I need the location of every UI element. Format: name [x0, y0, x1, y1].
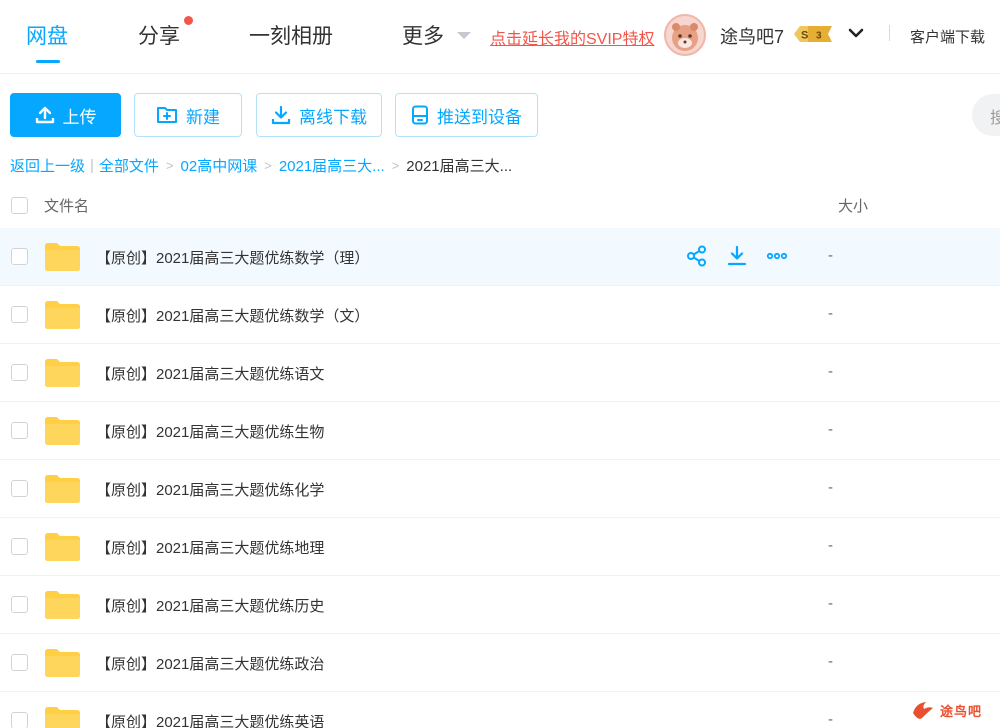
nav-divider	[889, 25, 890, 41]
row-checkbox[interactable]	[11, 538, 28, 555]
table-row[interactable]: 【原创】2021届高三大题优练历史 -	[0, 576, 1000, 634]
table-row[interactable]: 【原创】2021届高三大题优练化学 -	[0, 460, 1000, 518]
folder-icon	[45, 591, 80, 619]
share-icon[interactable]	[686, 245, 708, 267]
breadcrumb-current: 2021届高三大...	[406, 158, 513, 175]
top-navigation: 网盘 分享 一刻相册 更多 点击延长我的SVIP特权 途鸟吧7 S 3 客户端下…	[0, 0, 1000, 74]
file-size: -	[828, 247, 833, 264]
file-name[interactable]: 【原创】2021届高三大题优练地理	[96, 537, 324, 558]
file-name[interactable]: 【原创】2021届高三大题优练语文	[96, 363, 324, 384]
bird-logo-icon	[913, 702, 933, 719]
upload-button[interactable]: 上传	[10, 93, 121, 137]
file-size: -	[828, 363, 833, 380]
svip-promo-link[interactable]: 点击延长我的SVIP特权	[490, 25, 654, 49]
tab-netdisk[interactable]: 网盘	[26, 20, 68, 50]
breadcrumb-level-1[interactable]: 02高中网课	[181, 155, 258, 176]
username[interactable]: 途鸟吧7	[720, 23, 784, 49]
push-to-device-button[interactable]: 推送到设备	[395, 93, 538, 137]
file-size: -	[828, 711, 833, 728]
row-checkbox[interactable]	[11, 364, 28, 381]
folder-icon	[45, 301, 80, 329]
row-checkbox[interactable]	[11, 712, 28, 728]
folder-icon	[45, 417, 80, 445]
breadcrumb-back[interactable]: 返回上一级	[10, 155, 85, 176]
row-checkbox[interactable]	[11, 422, 28, 439]
breadcrumb: 返回上一级 | 全部文件 > 02高中网课 > 2021届高三大... > 20…	[10, 155, 512, 176]
row-checkbox[interactable]	[11, 248, 28, 265]
file-size: -	[828, 595, 833, 612]
breadcrumb-level-2[interactable]: 2021届高三大...	[279, 155, 385, 176]
file-name[interactable]: 【原创】2021届高三大题优练历史	[96, 595, 324, 616]
more-icon[interactable]	[766, 245, 788, 267]
search-input[interactable]: 搜	[972, 94, 1000, 136]
column-header-size[interactable]: 大小	[838, 195, 868, 216]
row-checkbox[interactable]	[11, 654, 28, 671]
chevron-down-icon[interactable]	[847, 24, 865, 42]
push-to-device-label: 推送到设备	[437, 107, 522, 127]
select-all-checkbox[interactable]	[11, 197, 28, 214]
row-checkbox[interactable]	[11, 480, 28, 497]
new-label: 新建	[186, 107, 220, 127]
svip-level-badge[interactable]: S 3	[792, 24, 834, 44]
tab-more[interactable]: 更多	[402, 20, 444, 50]
avatar[interactable]	[664, 14, 706, 56]
file-size: -	[828, 479, 833, 496]
vip-level-number: 3	[816, 31, 822, 42]
vip-s-label: S	[801, 30, 808, 42]
watermark-text: 途鸟吧	[940, 703, 983, 719]
folder-icon	[45, 475, 80, 503]
folder-icon	[45, 359, 80, 387]
table-row[interactable]: 【原创】2021届高三大题优练英语 -	[0, 692, 1000, 728]
folder-icon	[45, 243, 80, 271]
upload-icon	[35, 106, 54, 124]
notification-dot	[184, 16, 193, 25]
breadcrumb-separator: >	[391, 158, 400, 173]
client-download-link[interactable]: 客户端下载	[910, 26, 985, 47]
table-row[interactable]: 【原创】2021届高三大题优练数学（文） -	[0, 286, 1000, 344]
row-checkbox[interactable]	[11, 306, 28, 323]
download-icon[interactable]	[726, 245, 748, 267]
download-icon	[271, 105, 291, 125]
offline-download-button[interactable]: 离线下载	[256, 93, 382, 137]
device-icon	[412, 105, 428, 125]
table-row[interactable]: 【原创】2021届高三大题优练地理 -	[0, 518, 1000, 576]
file-name[interactable]: 【原创】2021届高三大题优练数学（文）	[96, 305, 369, 326]
table-row[interactable]: 【原创】2021届高三大题优练生物 -	[0, 402, 1000, 460]
folder-icon	[45, 707, 80, 728]
table-row[interactable]: 【原创】2021届高三大题优练语文 -	[0, 344, 1000, 402]
watermark-logo: 途鸟吧	[910, 695, 998, 725]
folder-icon	[45, 533, 80, 561]
breadcrumb-divider: |	[90, 157, 94, 174]
file-name[interactable]: 【原创】2021届高三大题优练英语	[96, 711, 324, 728]
table-row[interactable]: 【原创】2021届高三大题优练政治 -	[0, 634, 1000, 692]
offline-download-label: 离线下载	[299, 107, 367, 127]
more-caret-icon[interactable]	[457, 32, 471, 39]
file-name[interactable]: 【原创】2021届高三大题优练化学	[96, 479, 324, 500]
breadcrumb-all-files[interactable]: 全部文件	[99, 155, 159, 176]
tab-share[interactable]: 分享	[138, 20, 180, 50]
new-folder-icon	[157, 107, 177, 123]
file-name[interactable]: 【原创】2021届高三大题优练生物	[96, 421, 324, 442]
file-name[interactable]: 【原创】2021届高三大题优练数学（理）	[96, 247, 369, 268]
tab-album[interactable]: 一刻相册	[249, 20, 333, 50]
file-size: -	[828, 537, 833, 554]
search-hint: 搜	[990, 110, 1000, 127]
file-size: -	[828, 421, 833, 438]
breadcrumb-separator: >	[264, 158, 272, 173]
table-row[interactable]: 【原创】2021届高三大题优练数学（理） -	[0, 228, 1000, 286]
file-list-header: 文件名 大小	[0, 190, 1000, 228]
upload-label: 上传	[62, 107, 97, 127]
folder-icon	[45, 649, 80, 677]
row-checkbox[interactable]	[11, 596, 28, 613]
file-name[interactable]: 【原创】2021届高三大题优练政治	[96, 653, 324, 674]
row-actions	[686, 245, 788, 267]
file-size: -	[828, 305, 833, 322]
file-size: -	[828, 653, 833, 670]
new-button[interactable]: 新建	[134, 93, 242, 137]
breadcrumb-separator: >	[165, 158, 174, 173]
column-header-name[interactable]: 文件名	[44, 195, 89, 216]
active-tab-indicator	[36, 60, 60, 63]
